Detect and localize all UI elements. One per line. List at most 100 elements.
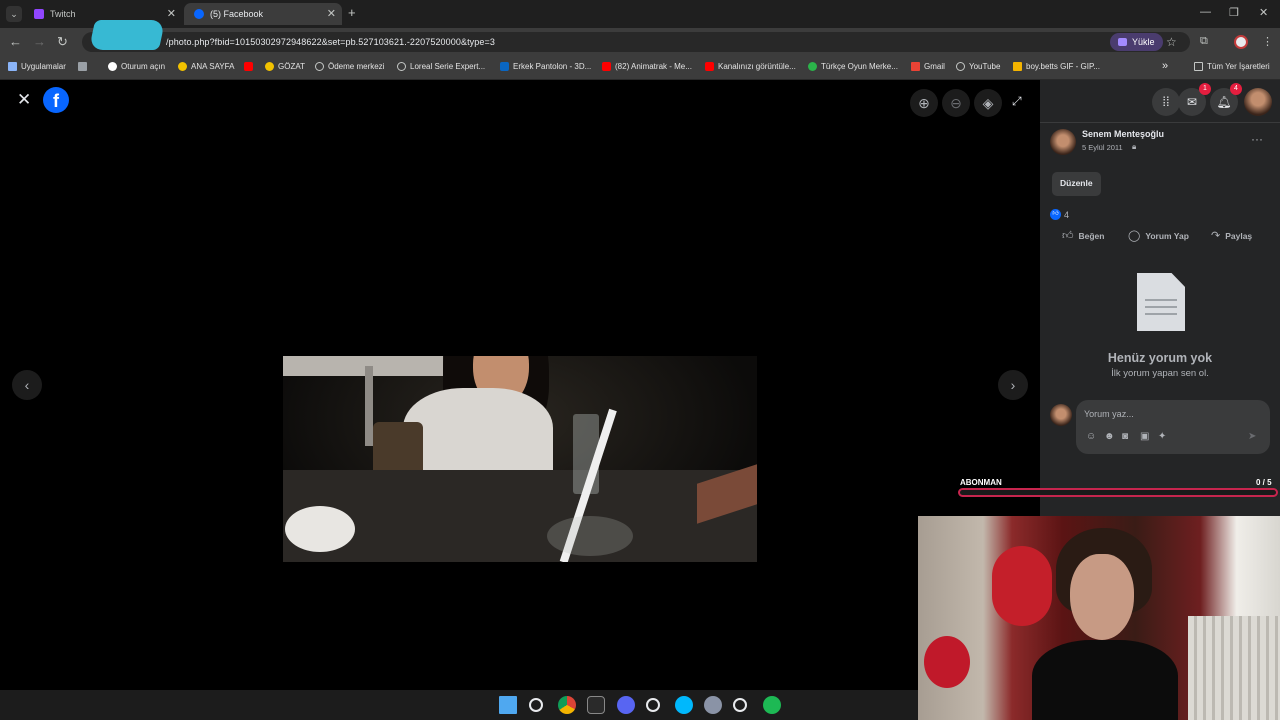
tag-icon[interactable]: ◈	[974, 89, 1002, 117]
bookmark-item[interactable]: Kanalınızı görüntüle...	[705, 62, 796, 71]
youtube-icon	[244, 62, 253, 71]
bookmarks-bar: Uygulamalar Oturum açın ANA SAYFA GÖZAT …	[0, 56, 1280, 80]
minimize-icon[interactable]: —	[1200, 6, 1211, 18]
reaction-count[interactable]: 4	[1064, 210, 1069, 220]
bookmark-item[interactable]: boy.betts GIF - GIP...	[1013, 62, 1100, 71]
more-options-icon[interactable]: ···	[1251, 132, 1263, 146]
tab-facebook[interactable]: (5) Facebook ✕	[184, 3, 342, 25]
youtube-icon	[705, 62, 714, 71]
game-icon	[808, 62, 817, 71]
extensions-icon[interactable]: ⧉	[1200, 35, 1208, 48]
windows-start-icon[interactable]	[499, 696, 517, 714]
reload-icon[interactable]: ↻	[57, 34, 68, 50]
profile-avatar[interactable]	[1234, 35, 1248, 49]
bookmark-item[interactable]: ANA SAYFA	[178, 62, 234, 71]
comment-button[interactable]: ◯ Yorum Yap	[1128, 229, 1189, 242]
apps-menu-icon[interactable]: ⁞⁞	[1152, 88, 1180, 116]
settings-icon[interactable]	[704, 696, 722, 714]
close-viewer-icon[interactable]: ✕	[17, 90, 31, 110]
bookmark-item[interactable]: Loreal Serie Expert...	[397, 62, 485, 71]
post-panel: ⁞⁞ ✉ 1 🔔︎ 4 Senem Menteşoğlu 5 Eylül 201…	[1040, 80, 1280, 516]
notifications-badge: 4	[1230, 83, 1242, 95]
close-icon[interactable]: ✕	[167, 7, 176, 20]
author-avatar[interactable]	[1050, 129, 1076, 155]
back-icon[interactable]: ←	[9, 34, 22, 49]
zoom-in-icon[interactable]: ⊕	[910, 89, 938, 117]
upload-button[interactable]: Yükle	[1110, 33, 1163, 51]
post-date[interactable]: 5 Eylül 2011	[1082, 143, 1123, 152]
account-avatar[interactable]	[1244, 88, 1272, 116]
share-button[interactable]: ↷ Paylaş	[1211, 229, 1252, 242]
bookmark-label: GÖZAT	[278, 62, 305, 71]
fullscreen-icon[interactable]: ⤢	[1012, 94, 1022, 109]
close-window-icon[interactable]: ✕	[1259, 6, 1268, 19]
camera-icon[interactable]: ◙	[1122, 431, 1128, 442]
chair-headrest	[992, 546, 1052, 626]
facebook-logo-icon[interactable]: f	[43, 87, 69, 113]
author-name[interactable]: Senem Menteşoğlu	[1082, 129, 1164, 139]
sticker-icon[interactable]: ✦	[1158, 431, 1166, 442]
subscriber-goal-bar	[958, 488, 1278, 497]
streamer-body	[1032, 640, 1178, 720]
bookmark-item[interactable]: (82) Animatrak - Me...	[602, 62, 692, 71]
chair	[373, 422, 423, 476]
comment-input[interactable]: Yorum yaz...	[1084, 409, 1134, 419]
no-comments-document-icon	[1137, 273, 1185, 331]
spotify-icon[interactable]	[763, 696, 781, 714]
app-icon[interactable]	[733, 698, 747, 712]
tab-label: (5) Facebook	[210, 9, 264, 19]
restore-icon[interactable]: ❐	[1229, 6, 1239, 19]
railing	[283, 356, 443, 376]
url-text[interactable]: /photo.php?fbid=10150302972948622&set=pb…	[166, 37, 495, 47]
previous-photo-icon[interactable]: ‹	[12, 370, 42, 400]
search-icon[interactable]	[529, 698, 543, 712]
all-bookmarks-folder[interactable]: Tüm Yer İşaretleri	[1194, 62, 1270, 71]
emoji-icon[interactable]: ☻	[1104, 431, 1115, 442]
bookmark-label: boy.betts GIF - GIP...	[1026, 62, 1100, 71]
bookmark-label: Erkek Pantolon - 3D...	[513, 62, 592, 71]
comment-label: Yorum Yap	[1145, 230, 1189, 241]
bookmark-item[interactable]	[244, 62, 257, 71]
logitech-icon[interactable]	[675, 696, 693, 714]
zoom-out-icon[interactable]: ⊖	[942, 89, 970, 117]
avatar-sticker-icon[interactable]: ☺	[1086, 431, 1096, 442]
privacy-lock-icon: 🔒︎	[1132, 142, 1137, 151]
forward-icon[interactable]: →	[33, 34, 46, 49]
like-label: Beğen	[1078, 230, 1105, 241]
bookmark-item[interactable]: Erkek Pantolon - 3D...	[500, 62, 591, 71]
bookmark-item[interactable]: Gmail	[911, 62, 945, 71]
epic-games-icon[interactable]	[587, 696, 605, 714]
globe-icon	[956, 62, 965, 71]
like-button[interactable]: 👍︎ Beğen	[1062, 229, 1104, 242]
bookmark-item[interactable]: Türkçe Oyun Merke...	[808, 62, 898, 71]
more-bookmarks-button[interactable]: »	[1162, 60, 1168, 72]
bookmark-label: Uygulamalar	[21, 62, 66, 71]
send-icon[interactable]: ➤	[1248, 431, 1256, 442]
chrome-icon[interactable]	[558, 696, 576, 714]
bookmark-item[interactable]: Oturum açın	[108, 62, 165, 71]
discord-icon[interactable]	[617, 696, 635, 714]
bookmark-apps[interactable]: Uygulamalar	[8, 62, 66, 71]
menu-dots-icon[interactable]: ⋮	[1262, 35, 1273, 48]
new-tab-button[interactable]: +	[348, 5, 356, 20]
bookmark-label: YouTube	[969, 62, 1001, 71]
next-photo-icon[interactable]: ›	[998, 370, 1028, 400]
grid-icon	[78, 62, 87, 71]
bookmark-label: Oturum açın	[121, 62, 166, 71]
star-icon[interactable]: ☆	[1166, 35, 1177, 49]
photo-viewer: ✕ f ⊕ ⊖ ◈ ⤢ ‹ ›	[0, 80, 1040, 690]
bookmark-grid[interactable]	[78, 62, 91, 71]
ashtray	[285, 506, 355, 552]
bookmark-item[interactable]: YouTube	[956, 62, 1000, 71]
edit-button[interactable]: Düzenle	[1052, 172, 1101, 196]
tab-search-button[interactable]: ⌄	[6, 6, 22, 22]
comment-box[interactable]: Yorum yaz... ☺ ☻ ◙ ▣ ✦ ➤	[1076, 400, 1270, 454]
bookmark-label: Tüm Yer İşaretleri	[1207, 62, 1270, 71]
bookmark-item[interactable]: GÖZAT	[265, 62, 305, 71]
linkedin-icon	[500, 62, 509, 71]
gmail-icon	[911, 62, 920, 71]
gif-icon[interactable]: ▣	[1140, 431, 1149, 442]
close-icon[interactable]: ✕	[327, 7, 336, 20]
bookmark-item[interactable]: Ödeme merkezi	[315, 62, 384, 71]
steelseries-icon[interactable]	[646, 698, 660, 712]
